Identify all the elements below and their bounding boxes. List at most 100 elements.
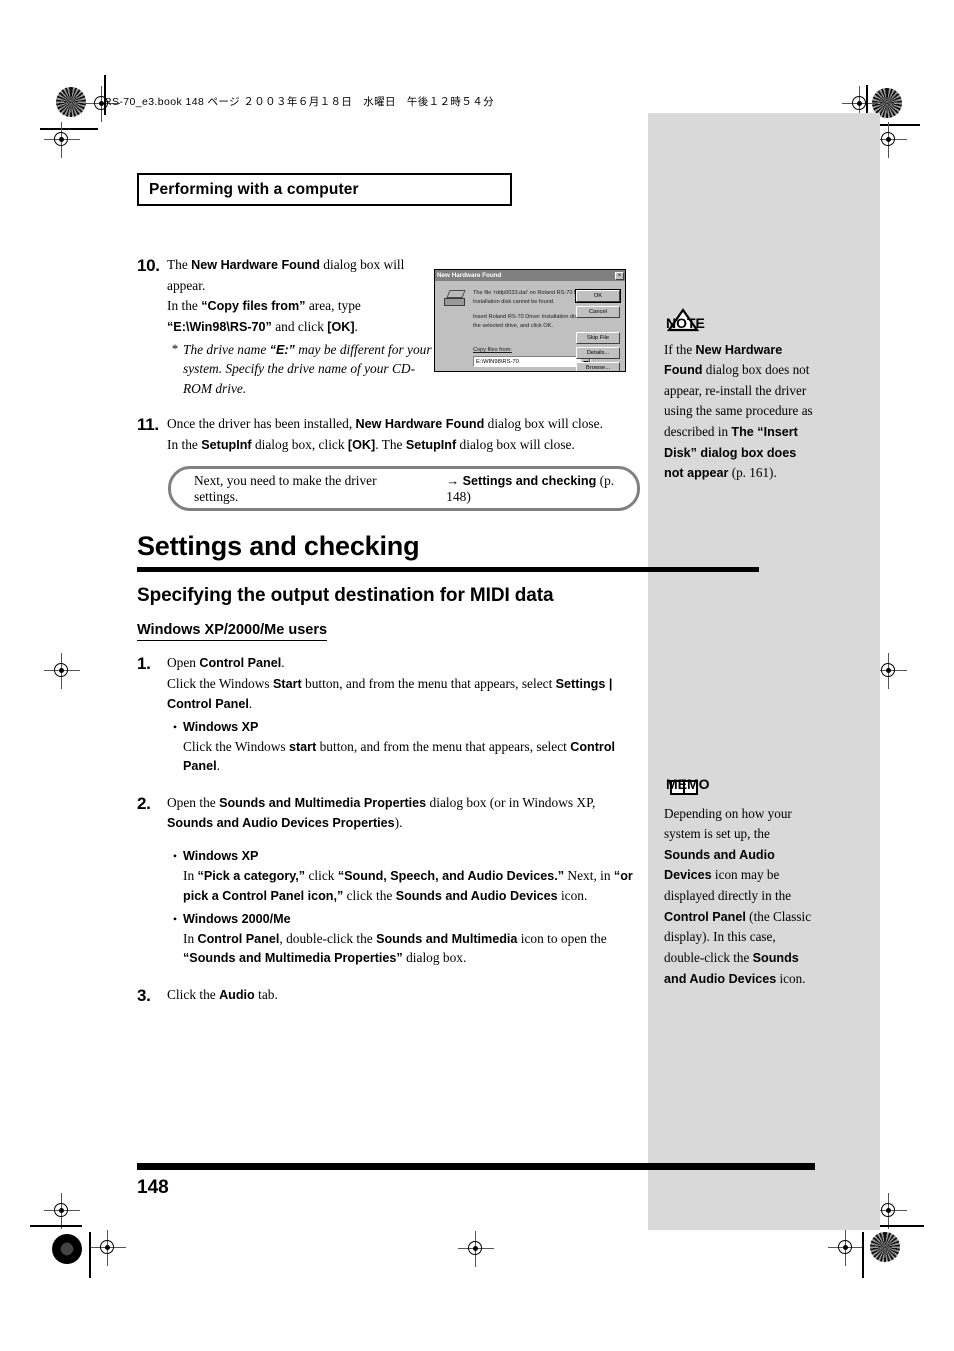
txt-bold: Start	[272, 676, 302, 691]
step-2-line-1: Open the Sounds and Multimedia Propertie…	[167, 793, 642, 833]
copy-files-from-text: Copy files from:	[473, 347, 512, 353]
txt-bold: Sounds and Audio Devices	[395, 888, 558, 903]
txt: icon.	[776, 970, 806, 986]
memo-icon-row: MEMO	[664, 772, 816, 803]
crop-rule-bottom-vertical-right	[862, 1232, 864, 1278]
close-icon[interactable]: ×	[615, 271, 624, 280]
txt: Click the Windows	[183, 738, 289, 754]
txt-bold: “Pick a category,”	[197, 868, 306, 883]
txt-bold: New Hardware Found	[191, 258, 320, 272]
txt-bold: Sounds and Multimedia	[376, 931, 518, 946]
txt: dialog box, click	[251, 437, 348, 453]
txt-bold: SetupInf	[201, 438, 252, 453]
bullet-windows-xp-1-text: Click the Windows start button, and from…	[167, 737, 642, 777]
txt: Open the	[167, 795, 220, 811]
txt: Next, in	[564, 867, 614, 883]
callout-reference: → Settings and checking (p. 148)	[446, 473, 637, 505]
step-2: 2. Open the Sounds and Multimedia Proper…	[137, 793, 642, 969]
sidebar-note-block: NOTE If the New Hardware Found dialog bo…	[664, 308, 816, 484]
txt: If the	[664, 341, 696, 357]
callout-link-label[interactable]: Settings and checking	[463, 474, 597, 488]
bullet-windows-2000-me: • Windows 2000/Me	[167, 910, 642, 929]
print-color-blob-bottom-right	[870, 1232, 900, 1262]
dialog-message-1: The file 'rddp0033.dat' on Roland RS-70 …	[473, 290, 589, 305]
txt-bold: “E:\Win98\RS-70”	[167, 319, 272, 334]
memo-book-icon: MEMO	[666, 776, 710, 795]
page-number: 148	[137, 1177, 169, 1198]
step-1: 1. Open Control Panel. Click the Windows…	[137, 653, 642, 777]
chapter-title-label: Performing with a computer	[149, 180, 359, 198]
print-color-blob-bottom-left	[52, 1234, 82, 1264]
txt-bold: Control Panel	[197, 931, 280, 946]
txt: (p. 161).	[728, 465, 777, 481]
step-2-number: 2.	[137, 794, 151, 814]
txt-bold: Audio	[219, 988, 255, 1003]
txt-bold: “Copy files from”	[201, 298, 306, 313]
new-hardware-found-dialog-screenshot: New Hardware Found × The file 'rddp0033.…	[434, 269, 626, 372]
bullet-label: Windows 2000/Me	[183, 911, 291, 926]
registration-mark-bottom-left	[90, 1230, 126, 1266]
next-step-callout: Next, you need to make the driver settin…	[168, 466, 640, 511]
step-10-body: The New Hardware Found dialog box will a…	[167, 255, 432, 398]
txt-bold: [OK]	[327, 319, 355, 334]
copy-files-from-combobox[interactable]: E:\WIN98\RS-70	[473, 356, 591, 367]
step-10-line-1: The New Hardware Found dialog box will	[167, 255, 432, 275]
dialog-browse-button[interactable]: Browse...	[576, 362, 620, 371]
txt-bold: Control Panel	[664, 909, 746, 924]
txt: click	[305, 867, 338, 883]
bullet-windows-xp-1: • Windows XP	[167, 718, 642, 737]
txt: In the	[167, 437, 202, 453]
txt: button, and from the menu that appears, …	[316, 738, 571, 754]
registration-mark-bottom-center	[458, 1231, 494, 1267]
dialog-ok-button[interactable]: OK	[575, 289, 621, 303]
step-1-number: 1.	[137, 654, 151, 673]
txt: dialog box will	[319, 257, 405, 272]
bullet-label: Windows XP	[183, 849, 259, 864]
note-triangle-icon: NOTE	[666, 308, 705, 332]
copy-files-from-label: Copy files from:	[473, 347, 512, 353]
txt: Click the Windows	[167, 675, 273, 691]
dialog-cancel-button[interactable]: Cancel	[576, 306, 620, 318]
step-11-number: 11.	[137, 415, 159, 435]
txt: tab.	[254, 987, 278, 1003]
step-3-line-1: Click the Audio tab.	[167, 985, 642, 1005]
note-icon-row: NOTE	[664, 308, 816, 339]
txt: .	[248, 695, 253, 711]
txt: Open	[167, 655, 200, 670]
footnote-marker: *	[171, 340, 179, 356]
dialog-skip-file-button[interactable]: Skip File	[576, 332, 620, 344]
txt-bold: SetupInf	[405, 438, 457, 453]
sidebar-gray-band	[648, 113, 880, 1230]
txt: . The	[375, 437, 406, 453]
dialog-details-button[interactable]: Details...	[576, 347, 620, 359]
step-1-line-2: Click the Windows Start button, and from…	[167, 674, 642, 714]
step-10-line-2: appear.	[167, 276, 432, 295]
txt: In	[183, 867, 198, 883]
txt: dialog box (or in Windows XP,	[426, 795, 596, 811]
step-10-line-3: In the “Copy files from” area, type	[167, 296, 432, 316]
step-3: 3. Click the Audio tab.	[137, 985, 642, 1007]
txt: and click	[271, 318, 328, 334]
txt: appear.	[167, 277, 206, 293]
txt-bold: “Sound, Speech, and Audio Devices.”	[337, 868, 565, 883]
txt: icon.	[557, 887, 588, 903]
bullet-label: Windows XP	[183, 719, 259, 734]
svg-text:MEMO: MEMO	[666, 776, 710, 792]
txt: In the	[167, 297, 202, 313]
txt-bold: Sounds and Audio Devices Properties	[167, 816, 395, 831]
txt-bold: New Hardware Found	[355, 417, 485, 432]
memo-text: Depending on how your system is set up, …	[664, 804, 816, 990]
print-color-blob-top-left	[56, 87, 86, 117]
txt: .	[354, 318, 358, 334]
crop-rule-bottom-vertical-left	[89, 1232, 91, 1278]
txt-bold: start	[288, 739, 317, 754]
registration-mark-left-upper	[44, 122, 80, 158]
registration-mark-bottom-right	[828, 1230, 864, 1266]
txt: In	[183, 930, 198, 946]
txt: area, type	[305, 297, 361, 313]
disk-drive-icon	[444, 290, 466, 307]
txt-bold: Control Panel	[199, 656, 282, 670]
arrow-right-icon: →	[446, 472, 460, 488]
step-3-body: Click the Audio tab.	[167, 985, 642, 1007]
txt: The drive name	[183, 341, 270, 357]
